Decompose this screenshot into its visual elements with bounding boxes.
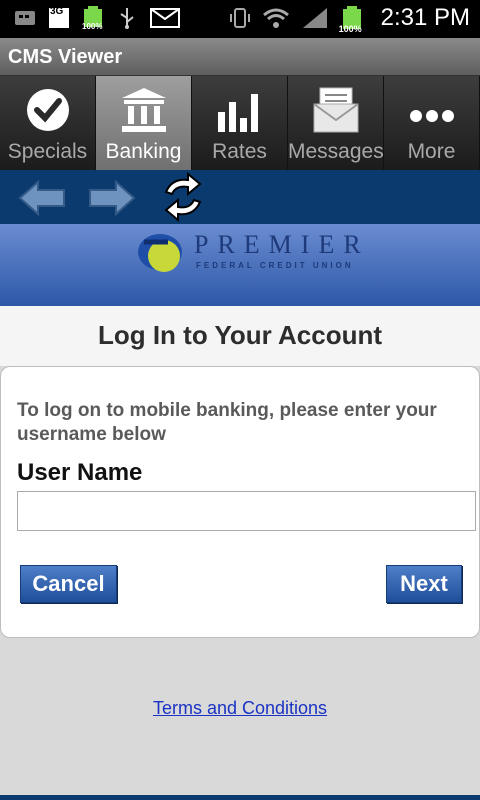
logo-subtitle: FEDERAL CREDIT UNION [196, 261, 354, 270]
premier-logo: PREMIER FEDERAL CREDIT UNION [134, 228, 361, 286]
username-input[interactable] [17, 491, 476, 531]
keyboard-icon [14, 6, 36, 30]
bottom-bar [0, 795, 480, 800]
cancel-button[interactable]: Cancel [20, 565, 117, 603]
battery-icon: 100% [339, 6, 365, 34]
tab-banking[interactable]: Banking [96, 76, 192, 170]
tab-label: Rates [212, 140, 267, 163]
login-content: Log In to Your Account To log on to mobi… [0, 306, 480, 800]
page-title: Log In to Your Account [97, 320, 383, 350]
username-label: User Name [17, 459, 143, 486]
back-arrow-icon[interactable] [18, 178, 68, 218]
tab-specials[interactable]: Specials [0, 76, 96, 170]
battery-small-icon: 100% [82, 6, 104, 31]
tab-label: Specials [7, 140, 88, 163]
envelope-icon [312, 86, 360, 134]
checkmark-icon [24, 86, 72, 134]
logo-emblem-icon [138, 234, 182, 272]
email-notification-icon [150, 6, 182, 30]
terms-link[interactable]: Terms and Conditions [0, 698, 480, 719]
tab-label: Messages [288, 140, 384, 163]
forward-arrow-icon[interactable] [86, 178, 136, 218]
login-instructions: To log on to mobile banking, please ente… [17, 400, 437, 445]
refresh-icon[interactable] [158, 171, 208, 223]
bar-chart-icon [216, 86, 264, 134]
signal-icon [301, 6, 329, 30]
tab-rates[interactable]: Rates [192, 76, 288, 170]
bank-icon [120, 86, 168, 134]
browser-nav-bar [0, 170, 480, 224]
tab-label: More [407, 140, 456, 163]
tab-bar: Specials Banking Rates Messages More [0, 76, 480, 170]
status-bar: 3G 100% 100% 2:31 PM [0, 0, 480, 38]
wifi-icon [261, 6, 291, 30]
app-title: CMS Viewer [8, 46, 123, 68]
network-3g-icon: 3G [48, 6, 70, 30]
tab-label: Banking [105, 140, 182, 163]
app-title-bar: CMS Viewer [0, 38, 480, 76]
next-button[interactable]: Next [386, 565, 462, 603]
vibrate-icon [229, 6, 251, 30]
logo-wordmark: PREMIER [194, 230, 370, 259]
title-area: Log In to Your Account [0, 306, 480, 366]
tab-messages[interactable]: Messages [288, 76, 384, 170]
usb-icon [116, 6, 138, 30]
more-icon [408, 86, 456, 134]
login-card: To log on to mobile banking, please ente… [0, 366, 480, 638]
clock: 2:31 PM [380, 4, 470, 31]
credit-union-banner: PREMIER FEDERAL CREDIT UNION [0, 224, 480, 306]
tab-more[interactable]: More [384, 76, 480, 170]
